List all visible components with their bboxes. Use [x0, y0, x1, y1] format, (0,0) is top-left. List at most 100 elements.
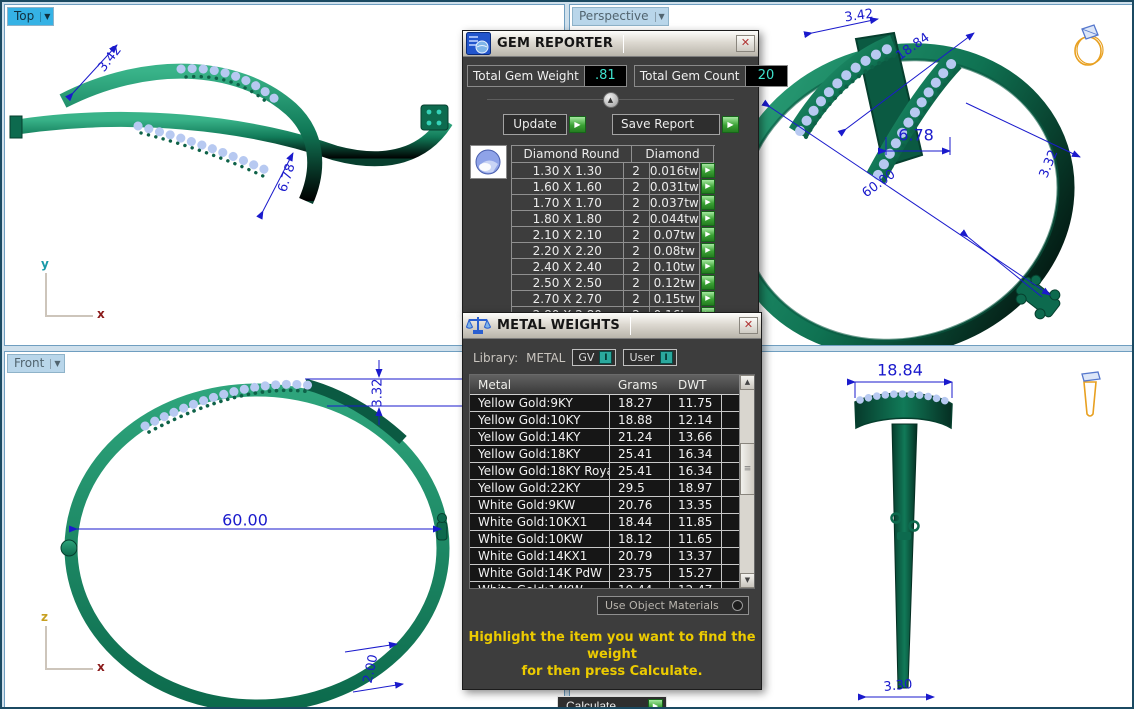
collapse-toggle-icon[interactable]: ▲ — [603, 92, 619, 108]
gem-count: 2 — [624, 243, 650, 259]
gem-row-go-icon[interactable]: ▶ — [701, 211, 715, 226]
chevron-down-icon[interactable]: ▼ — [40, 12, 53, 22]
gem-size: 2.40 X 2.40 — [512, 259, 624, 275]
update-go-icon[interactable]: ▶ — [569, 116, 586, 133]
gem-weight: 0.12tw — [650, 275, 700, 291]
metal-row[interactable]: White Gold:14KX1 20.79 13.37 — [470, 548, 754, 565]
metal-dwt: 11.75 — [670, 395, 722, 411]
metal-dwt: 13.66 — [670, 429, 722, 445]
metal-row[interactable]: White Gold:10KW 18.12 11.65 — [470, 531, 754, 548]
close-icon[interactable]: ✕ — [736, 35, 755, 52]
use-object-materials-label: Use Object Materials — [605, 599, 719, 612]
metal-table-scrollbar[interactable]: ▲ ≡ ▼ — [739, 375, 754, 588]
total-gem-weight-value: .81 — [584, 66, 626, 86]
metal-row[interactable]: Yellow Gold:9KY 18.27 11.75 — [470, 395, 754, 412]
dim-front-side-width: 3.32 — [371, 379, 386, 408]
scroll-down-icon[interactable]: ▼ — [740, 573, 755, 588]
total-gem-weight-label: Total Gem Weight — [468, 66, 584, 86]
viewport-label-front[interactable]: Front ▼ — [7, 354, 65, 373]
ring-style-icon — [1068, 17, 1108, 69]
gem-row-go-icon[interactable]: ▶ — [701, 163, 715, 178]
metal-row[interactable]: Yellow Gold:14KY 21.24 13.66 — [470, 429, 754, 446]
metal-row[interactable]: White Gold:10KX1 18.44 11.85 — [470, 514, 754, 531]
gem-reporter-icon — [466, 32, 491, 55]
gem-row-go-icon[interactable]: ▶ — [701, 291, 715, 306]
gem-row-go-icon[interactable]: ▶ — [701, 259, 715, 274]
metal-name: Yellow Gold:9KY — [470, 395, 610, 411]
use-object-materials-button[interactable]: Use Object Materials — [597, 596, 749, 615]
axis-x-label: x — [97, 307, 105, 321]
gem-table-row: 2.70 X 2.70 2 0.15tw ▶ — [512, 291, 715, 307]
save-report-go-icon[interactable]: ▶ — [722, 116, 739, 133]
gem-count: 2 — [624, 211, 650, 227]
metal-dwt: 16.34 — [670, 463, 722, 479]
metal-row[interactable]: Yellow Gold:18KY Royal 25.41 16.34 — [470, 463, 754, 480]
gem-table-row: 2.10 X 2.10 2 0.07tw ▶ — [512, 227, 715, 243]
total-gem-count-box: Total Gem Count 20 — [634, 65, 788, 87]
scrollbar-thumb[interactable]: ≡ — [740, 443, 755, 495]
chevron-down-icon[interactable]: ▼ — [655, 12, 668, 22]
col-metal: Metal — [470, 375, 610, 394]
metal-grams: 20.76 — [610, 497, 670, 513]
metal-row[interactable]: White Gold:9KW 20.76 13.35 — [470, 497, 754, 514]
viewport-label-perspective[interactable]: Perspective ▼ — [572, 7, 669, 26]
gv-indicator: I — [599, 351, 612, 364]
metal-name: White Gold:14KW — [470, 582, 610, 589]
app-window: Top ▼ — [0, 0, 1134, 709]
axis-indicator-front: z x — [35, 614, 115, 684]
calculate-button[interactable]: Calculate ▶ — [557, 696, 667, 709]
axis-y-label: y — [41, 257, 49, 271]
gem-reporter-titlebar[interactable]: GEM REPORTER ✕ — [463, 31, 758, 57]
gem-size: 1.60 X 1.60 — [512, 179, 624, 195]
scroll-up-icon[interactable]: ▲ — [740, 375, 755, 390]
gem-row-go-icon[interactable]: ▶ — [701, 275, 715, 290]
chevron-down-icon[interactable]: ▼ — [50, 359, 63, 369]
viewport-label-top-text: Top — [8, 8, 40, 25]
gem-weight: 0.016tw — [650, 163, 700, 179]
axis-x-label: x — [97, 660, 105, 674]
metal-table-header: Metal Grams DWT — [470, 375, 754, 395]
metal-row[interactable]: White Gold:14KW 19.44 12.47 — [470, 582, 754, 589]
radio-indicator-icon — [732, 600, 743, 611]
viewport-label-top[interactable]: Top ▼ — [7, 7, 54, 26]
col-grams: Grams — [610, 375, 670, 394]
panel-expander: ▲ — [487, 92, 734, 108]
calculate-button-label: Calculate — [566, 699, 616, 709]
metal-weights-titlebar[interactable]: METAL WEIGHTS ✕ — [463, 313, 761, 339]
metal-grams: 19.44 — [610, 582, 670, 589]
gem-weight: 0.037tw — [650, 195, 700, 211]
metal-name: White Gold:10KW — [470, 531, 610, 547]
gv-button-label: GV — [578, 351, 594, 364]
user-button[interactable]: User I — [623, 349, 676, 366]
metal-grams: 25.41 — [610, 446, 670, 462]
metal-row[interactable]: White Gold:14K PdW 23.75 15.27 — [470, 565, 754, 582]
metal-weights-title: METAL WEIGHTS — [497, 318, 620, 333]
gem-col-shape-header: Diamond Round — [512, 146, 632, 163]
user-indicator: I — [660, 351, 673, 364]
viewport-label-perspective-text: Perspective — [573, 8, 655, 25]
save-report-button[interactable]: Save Report — [612, 114, 720, 135]
gem-table-row: 2.50 X 2.50 2 0.12tw ▶ — [512, 275, 715, 291]
metal-row[interactable]: Yellow Gold:10KY 18.88 12.14 — [470, 412, 754, 429]
metal-row[interactable]: Yellow Gold:18KY 25.41 16.34 — [470, 446, 754, 463]
gem-count: 2 — [624, 179, 650, 195]
library-label: Library: — [473, 351, 518, 365]
gem-row-go-icon[interactable]: ▶ — [701, 195, 715, 210]
gv-button[interactable]: GV I — [572, 349, 616, 366]
metal-dwt: 13.35 — [670, 497, 722, 513]
ring-profile-icon — [1072, 368, 1108, 424]
dim-persp-base-width: 6.78 — [898, 126, 934, 145]
gem-size: 2.50 X 2.50 — [512, 275, 624, 291]
metal-grams: 29.5 — [610, 480, 670, 496]
update-button[interactable]: Update — [503, 114, 567, 135]
gem-table-row: 1.30 X 1.30 2 0.016tw ▶ — [512, 163, 715, 179]
titlebar-divider — [630, 317, 631, 335]
gem-row-go-icon[interactable]: ▶ — [701, 227, 715, 242]
metal-row[interactable]: Yellow Gold:22KY 29.5 18.97 — [470, 480, 754, 497]
metal-grams: 23.75 — [610, 565, 670, 581]
close-icon[interactable]: ✕ — [739, 317, 758, 334]
gem-row-go-icon[interactable]: ▶ — [701, 179, 715, 194]
gem-table-row: 2.20 X 2.20 2 0.08tw ▶ — [512, 243, 715, 259]
gem-row-go-icon[interactable]: ▶ — [701, 243, 715, 258]
metal-name: White Gold:14KX1 — [470, 548, 610, 564]
